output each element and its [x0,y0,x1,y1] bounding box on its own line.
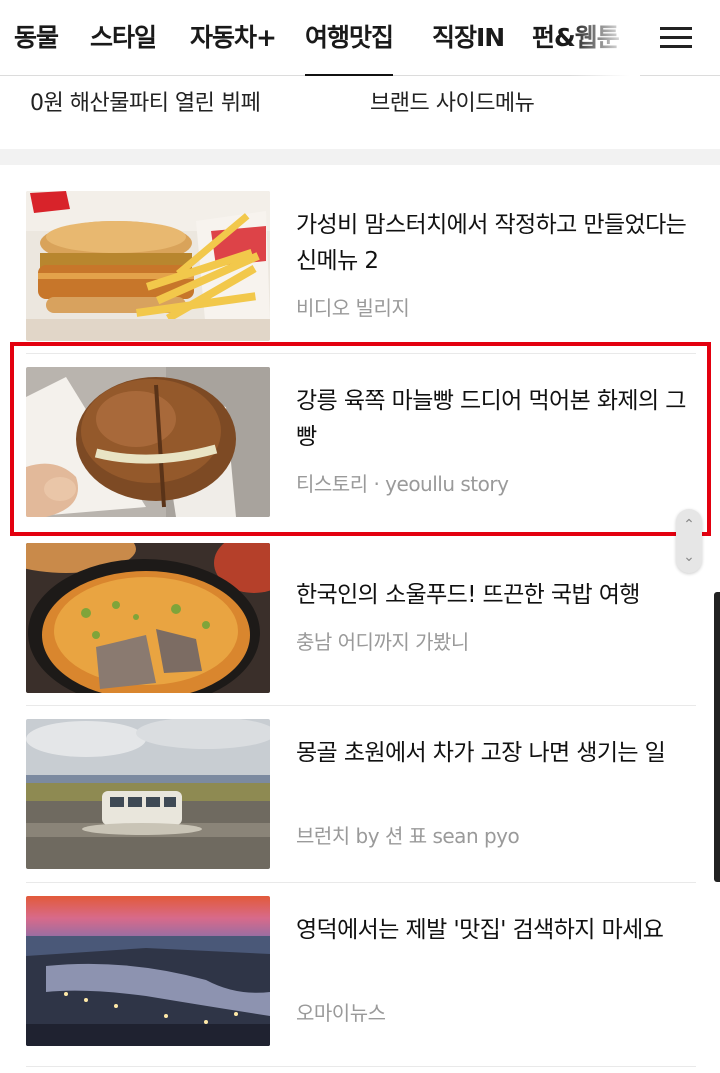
article-divider [26,882,696,883]
article-title[interactable]: 영덕에서는 제발 '맛집' 검색하지 마세요 [296,912,691,948]
article-item[interactable]: 몽골 초원에서 차가 고장 나면 생기는 일 브런치 by 션 표 sean p… [0,708,720,884]
edge-scroll-handle[interactable] [714,592,720,882]
garlic-bread-photo [26,367,270,517]
coastal-sunset-photo [26,896,270,1046]
article-divider [26,1066,696,1067]
article-source: 충남 어디까지 가봤니 [296,630,469,654]
top-navigation-bar: 동물 스타일 자동차+ 여행맛집 직장IN 펀&웹툰 [0,0,720,76]
prev-article-title-left[interactable]: 0원 해산물파티 열린 뷔페 [30,87,261,121]
article-source: 브런치 by 션 표 sean pyo [296,824,520,848]
section-separator [0,149,720,165]
article-title[interactable]: 한국인의 소울푸드! 뜨끈한 국밥 여행 [296,577,691,613]
article-divider [26,705,696,706]
tabs-fade-overlay [570,0,640,76]
article-title[interactable]: 가성비 맘스터치에서 작정하고 만들었다는 신메뉴 2 [296,207,691,279]
article-item[interactable]: 강릉 육쪽 마늘빵 드디어 먹어본 화제의 그 빵 티스토리 · yeoullu… [0,356,720,532]
article-title[interactable]: 강릉 육쪽 마늘빵 드디어 먹어본 화제의 그 빵 [296,383,691,455]
article-item[interactable]: 영덕에서는 제발 '맛집' 검색하지 마세요 오마이뉴스 [0,885,720,1061]
category-tabs: 동물 스타일 자동차+ 여행맛집 직장IN 펀&웹툰 [0,0,640,76]
gukbap-photo [26,543,270,693]
article-title[interactable]: 몽골 초원에서 차가 고장 나면 생기는 일 [296,735,691,771]
article-divider [26,353,696,354]
van-in-water-photo [26,719,270,869]
article-source: 비디오 빌리지 [296,296,410,320]
scroll-control[interactable]: ⌃ ⌄ [676,509,702,573]
chevron-up-icon[interactable]: ⌃ [676,509,702,541]
hamburger-menu-icon[interactable] [656,22,696,54]
article-item[interactable]: 한국인의 소울푸드! 뜨끈한 국밥 여행 충남 어디까지 가봤니 [0,532,720,708]
article-source: 티스토리 · yeoullu story [296,472,509,496]
burger-fries-photo [26,191,270,341]
tab-style[interactable]: 스타일 [90,20,157,56]
prev-article-title-right[interactable]: 브랜드 사이드메뉴 [370,87,535,121]
previous-articles-row: 0원 해산물파티 열린 뷔페 브랜드 사이드메뉴 [0,77,720,149]
chevron-down-icon[interactable]: ⌄ [676,541,702,573]
tab-work[interactable]: 직장IN [432,20,505,56]
tab-animals[interactable]: 동물 [14,20,59,56]
article-source: 오마이뉴스 [296,1001,386,1025]
tab-cars[interactable]: 자동차+ [190,20,277,56]
tab-travel-food[interactable]: 여행맛집 [305,20,394,76]
article-item[interactable]: 가성비 맘스터치에서 작정하고 만들었다는 신메뉴 2 비디오 빌리지 [0,180,720,356]
